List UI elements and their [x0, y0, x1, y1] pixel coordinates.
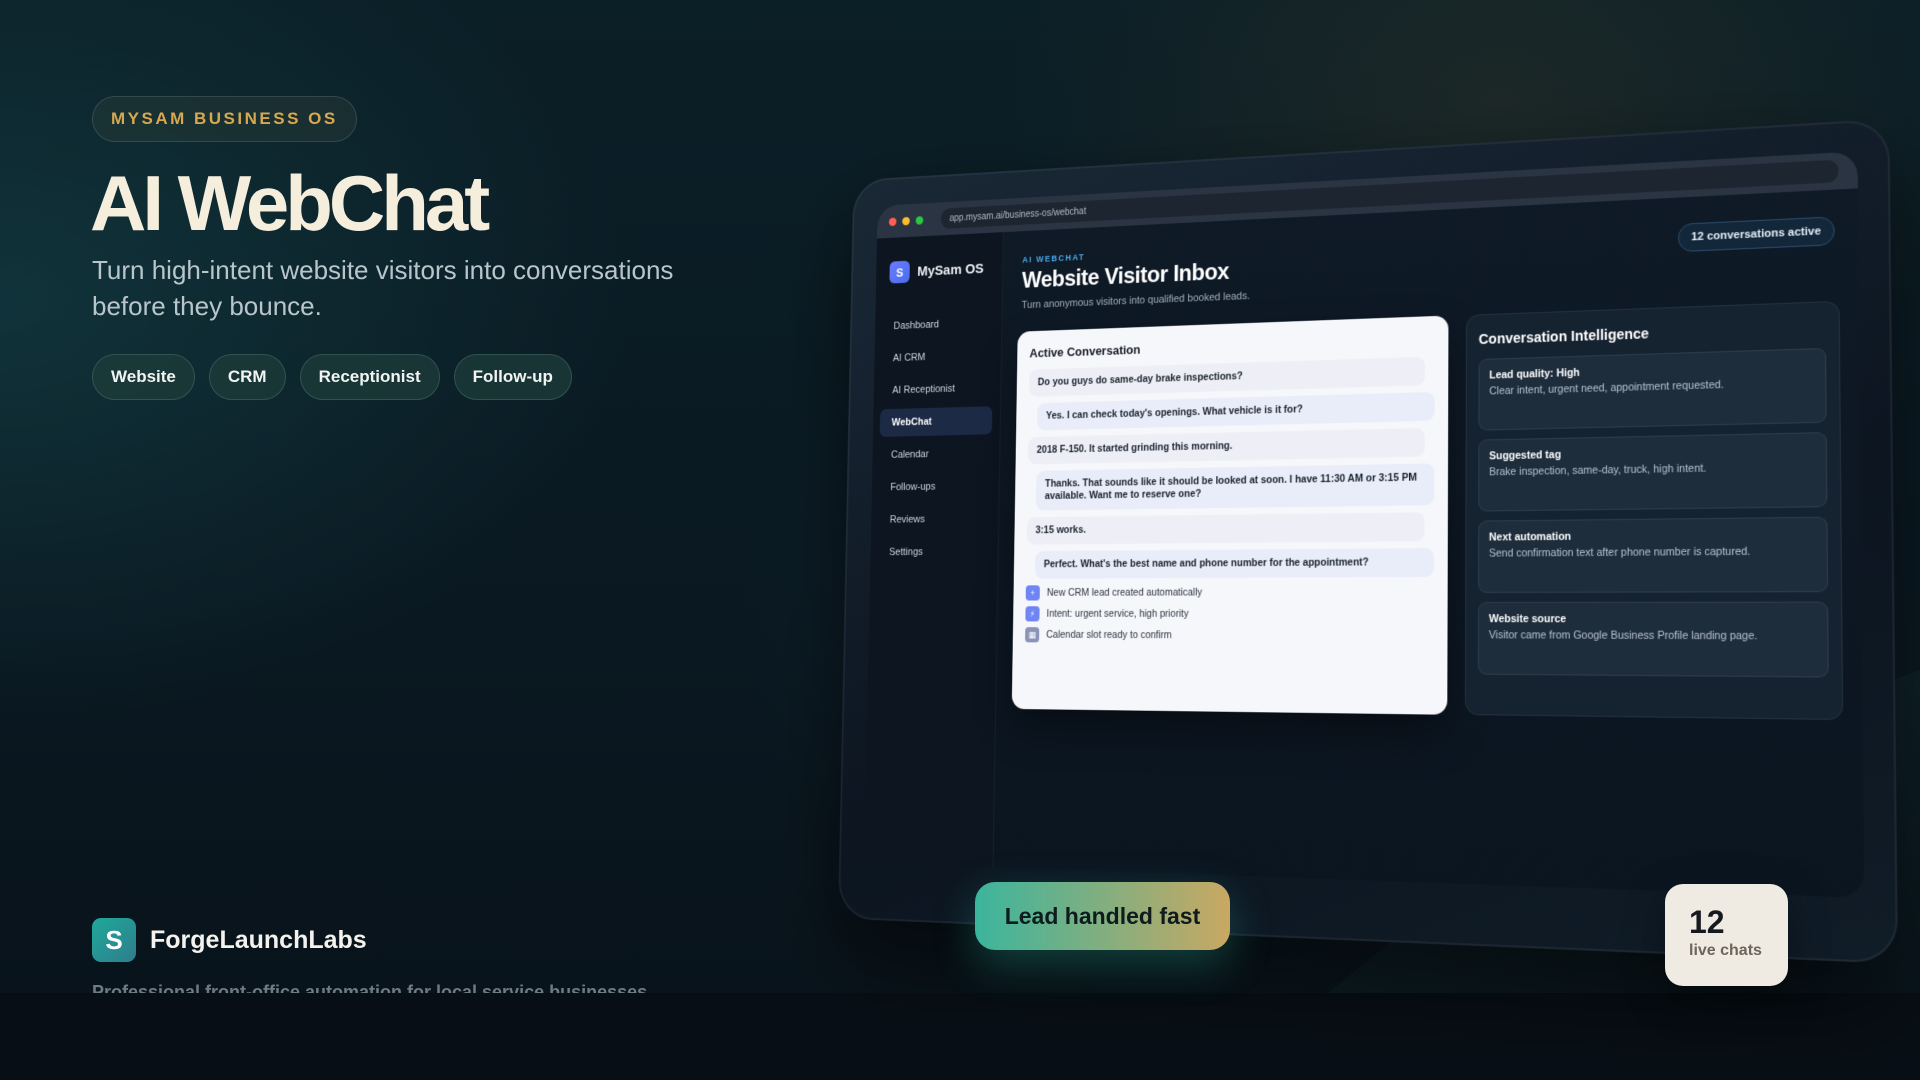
- feature-chips: Website CRM Receptionist Follow-up: [92, 354, 572, 400]
- event-text: New CRM lead created automatically: [1047, 587, 1202, 599]
- live-chats-card: 12 live chats: [1665, 884, 1788, 986]
- intel-panel-title: Conversation Intelligence: [1479, 319, 1826, 347]
- close-dot[interactable]: [889, 217, 897, 226]
- live-chats-count: 12: [1689, 906, 1788, 938]
- bottom-band: [0, 993, 1920, 1080]
- minimize-dot[interactable]: [902, 216, 910, 225]
- sidebar-item-ai-crm[interactable]: AI CRM: [881, 341, 993, 373]
- live-chats-label: live chats: [1689, 942, 1788, 960]
- chip-crm[interactable]: CRM: [209, 354, 286, 400]
- intel-website-source: Website source Visitor came from Google …: [1478, 602, 1829, 678]
- event-crm-lead: + New CRM lead created automatically: [1026, 584, 1434, 601]
- sidebar-nav: Dashboard AI CRM AI Receptionist WebChat…: [877, 308, 994, 571]
- active-conversations-badge[interactable]: 12 conversations active: [1678, 216, 1835, 252]
- event-text: Calendar slot ready to confirm: [1046, 629, 1172, 641]
- page-title: Website Visitor Inbox: [1022, 259, 1229, 295]
- brand: S ForgeLaunchLabs: [92, 918, 367, 962]
- sidebar-item-calendar[interactable]: Calendar: [879, 439, 992, 469]
- event-intent: ⚡ Intent: urgent service, high priority: [1025, 606, 1434, 622]
- intel-body: Send confirmation text after phone numbe…: [1489, 545, 1816, 561]
- brand-logo: S: [92, 918, 136, 962]
- intel-heading: Next automation: [1489, 528, 1816, 543]
- hero-title: AI WebChat: [90, 158, 486, 249]
- app-screen: app.mysam.ai/business-os/webchat S MySam…: [864, 151, 1864, 898]
- sidebar-item-settings[interactable]: Settings: [877, 537, 990, 566]
- sidebar-item-reviews[interactable]: Reviews: [878, 505, 991, 534]
- intel-next-automation: Next automation Send confirmation text a…: [1478, 517, 1828, 593]
- chat-panel-title: Active Conversation: [1029, 332, 1434, 360]
- event-calendar: ▦ Calendar slot ready to confirm: [1025, 627, 1434, 644]
- intel-heading: Suggested tag: [1489, 444, 1815, 463]
- chat-message-agent: Perfect. What's the best name and phone …: [1035, 548, 1434, 579]
- intel-heading: Website source: [1489, 613, 1817, 626]
- active-conversation-panel: Active Conversation Do you guys do same-…: [1012, 316, 1449, 715]
- intel-suggested-tag: Suggested tag Brake inspection, same-day…: [1478, 432, 1827, 512]
- section-kicker: AI WEBCHAT: [1022, 252, 1085, 264]
- conversation-intelligence-panel: Conversation Intelligence Lead quality: …: [1465, 301, 1843, 720]
- brand-name: ForgeLaunchLabs: [150, 926, 367, 955]
- product-badge: MYSAM BUSINESS OS: [92, 96, 357, 142]
- sidebar-item-dashboard[interactable]: Dashboard: [882, 308, 994, 340]
- chip-receptionist[interactable]: Receptionist: [300, 354, 440, 400]
- chip-follow-up[interactable]: Follow-up: [454, 354, 572, 400]
- app-logo[interactable]: S MySam OS: [889, 257, 984, 283]
- hero-subtitle: Turn high-intent website visitors into c…: [92, 252, 712, 324]
- chat-message-agent: Yes. I can check today's openings. What …: [1037, 392, 1435, 430]
- app-logo-icon: S: [889, 261, 910, 284]
- app-sidebar: S MySam OS Dashboard AI CRM AI Reception…: [864, 232, 1003, 867]
- sidebar-item-webchat[interactable]: WebChat: [880, 406, 993, 437]
- intel-body: Brake inspection, same-day, truck, high …: [1489, 460, 1815, 479]
- lightning-icon: ⚡: [1025, 606, 1039, 621]
- lead-handled-badge: Lead handled fast: [975, 882, 1230, 950]
- app-main: AI WEBCHAT Website Visitor Inbox Turn an…: [993, 188, 1864, 897]
- intel-body: Visitor came from Google Business Profil…: [1489, 629, 1817, 643]
- brand-tagline: Professional front-office automation for…: [92, 982, 647, 993]
- chip-website[interactable]: Website: [92, 354, 195, 400]
- chat-message-agent: Thanks. That sounds like it should be lo…: [1036, 463, 1435, 510]
- chat-message-visitor: Do you guys do same-day brake inspection…: [1029, 357, 1425, 397]
- plus-icon: +: [1026, 585, 1040, 600]
- app-name: MySam OS: [917, 260, 984, 279]
- sidebar-item-ai-receptionist[interactable]: AI Receptionist: [880, 374, 993, 405]
- intel-lead-quality: Lead quality: High Clear intent, urgent …: [1478, 348, 1826, 431]
- page-subtitle: Turn anonymous visitors into qualified b…: [1021, 290, 1250, 311]
- chat-message-visitor: 2018 F-150. It started grinding this mor…: [1028, 428, 1425, 465]
- maximize-dot[interactable]: [916, 216, 924, 225]
- calendar-icon: ▦: [1025, 627, 1039, 642]
- sidebar-item-follow-ups[interactable]: Follow-ups: [878, 472, 991, 502]
- event-text: Intent: urgent service, high priority: [1046, 608, 1188, 620]
- device-mockup: app.mysam.ai/business-os/webchat S MySam…: [838, 119, 1898, 964]
- chat-message-visitor: 3:15 works.: [1027, 512, 1425, 544]
